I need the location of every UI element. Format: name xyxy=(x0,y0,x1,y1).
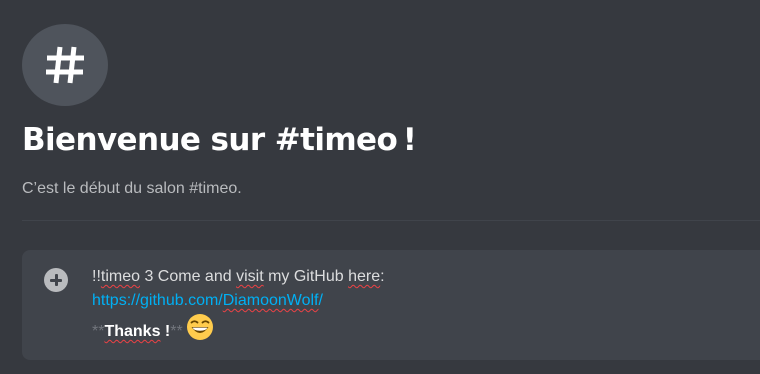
channel-badge xyxy=(22,24,108,106)
welcome-title: Bienvenue sur #timeo ! xyxy=(22,122,417,158)
misspelled-word: timeo xyxy=(100,268,141,285)
message-line-1: !!timeo 3 Come and visit my GitHub here: xyxy=(92,265,760,289)
misspelled-word: visit xyxy=(236,268,264,285)
link-prefix: https://github.com/ xyxy=(92,292,223,309)
message-input[interactable]: !!timeo 3 Come and visit my GitHub here:… xyxy=(92,265,760,344)
text-suffix: : xyxy=(380,268,385,285)
welcome-subtitle: C’est le début du salon #timeo. xyxy=(22,180,242,197)
chat-area: Bienvenue sur #timeo ! C’est le début du… xyxy=(0,0,760,374)
grinning-face-emoji-icon[interactable] xyxy=(186,313,214,341)
bold-text: Thanks xyxy=(104,323,161,340)
text-segment: 3 Come and xyxy=(140,268,237,285)
misspelled-word: DiamoonWolf xyxy=(222,292,319,309)
bold-open-syntax: ** xyxy=(92,323,105,340)
link-suffix: / xyxy=(318,292,323,309)
message-line-2: https://github.com/DiamoonWolf/ xyxy=(92,289,760,313)
attach-button[interactable] xyxy=(44,268,68,292)
bold-text-tail: ! xyxy=(160,323,171,340)
message-composer: !!timeo 3 Come and visit my GitHub here:… xyxy=(22,250,760,360)
bold-close-syntax: ** xyxy=(170,323,183,340)
github-link[interactable]: https://github.com/DiamoonWolf/ xyxy=(92,292,323,309)
hash-icon xyxy=(43,43,87,87)
text-prefix: !! xyxy=(92,268,101,285)
message-line-3: **Thanks !** xyxy=(92,313,760,344)
divider xyxy=(22,220,760,221)
text-segment: my GitHub xyxy=(263,268,349,285)
misspelled-word: here xyxy=(348,268,381,285)
